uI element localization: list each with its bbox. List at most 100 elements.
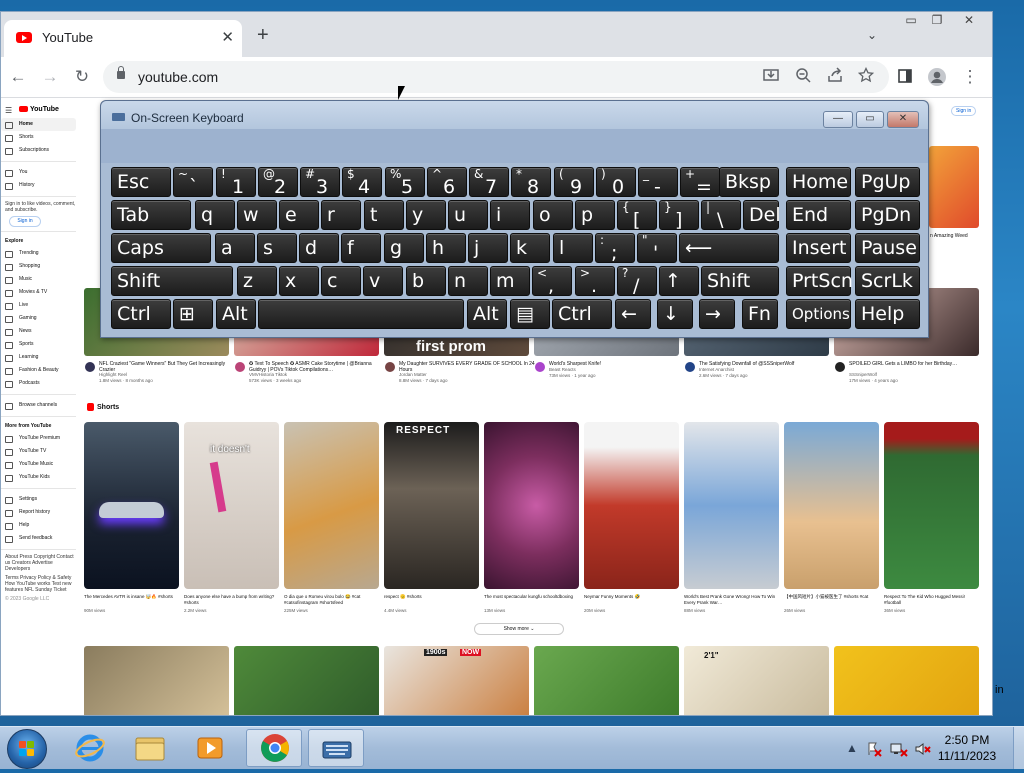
short-title[interactable]: respect 🫡 #shorts xyxy=(384,594,479,600)
osk-key-alt[interactable]: Alt xyxy=(467,299,507,329)
short-thumbnail[interactable] xyxy=(84,422,179,589)
osk-key-symbol[interactable]: ^ 6 xyxy=(427,167,467,198)
osk-close-button[interactable]: ✕ xyxy=(887,111,919,128)
show-more-button[interactable]: Show more ⌄ xyxy=(474,623,564,635)
short-thumbnail[interactable] xyxy=(784,422,879,589)
reload-icon[interactable]: ↻ xyxy=(70,65,94,89)
share-icon[interactable] xyxy=(827,67,843,86)
short-title[interactable]: World's Best Prank Gone Wrong! How To Wi… xyxy=(684,594,779,606)
video-thumbnail[interactable]: 2'1" xyxy=(684,646,829,715)
osk-key-char[interactable]: u xyxy=(448,200,488,230)
video-thumbnail[interactable] xyxy=(834,646,979,715)
osk-key-char[interactable]: ← xyxy=(615,299,651,329)
tray-expand-icon[interactable]: ▲ xyxy=(846,741,858,755)
osk-key-end[interactable]: End xyxy=(786,200,851,230)
sidebar-footer-links-2[interactable]: Terms Privacy Policy & Safety How YouTub… xyxy=(1,575,76,593)
osk-key-char[interactable]: ▤ xyxy=(510,299,550,329)
osk-key-options[interactable]: Options xyxy=(786,299,851,329)
osk-key-char[interactable]: ⟵ xyxy=(679,233,779,263)
side-panel-icon[interactable] xyxy=(893,67,917,91)
taskbar-explorer[interactable] xyxy=(122,729,178,767)
osk-key-char[interactable]: ↓ xyxy=(657,299,693,329)
short-thumbnail[interactable] xyxy=(584,422,679,589)
sidebar-item-youtube-tv[interactable]: YouTube TV xyxy=(1,445,76,458)
osk-minimize-button[interactable]: — xyxy=(823,111,853,128)
taskbar-osk[interactable] xyxy=(308,729,364,767)
show-desktop-button[interactable] xyxy=(1013,727,1024,769)
osk-key-shift[interactable]: Shift xyxy=(111,266,233,296)
restore-button[interactable]: ❐ xyxy=(924,12,950,28)
osk-key-symbol[interactable]: :; xyxy=(595,233,635,264)
osk-key-pgdn[interactable]: PgDn xyxy=(855,200,920,230)
osk-key-char[interactable]: h xyxy=(426,233,466,263)
osk-key-shift[interactable]: Shift xyxy=(701,266,779,296)
action-center-icon[interactable] xyxy=(866,741,882,760)
hamburger-menu-icon[interactable]: ☰ xyxy=(5,106,12,115)
short-thumbnail[interactable] xyxy=(884,422,979,589)
bookmark-star-icon[interactable] xyxy=(857,66,875,86)
sidebar-item-browse-channels[interactable]: Browse channels xyxy=(1,399,76,412)
osk-key-symbol[interactable]: <, xyxy=(532,266,572,297)
osk-key-ctrl[interactable]: Ctrl xyxy=(552,299,612,329)
sign-in-button[interactable]: Sign in xyxy=(951,106,977,116)
osk-key-char[interactable]: r xyxy=(321,200,361,230)
channel-avatar[interactable] xyxy=(835,362,845,372)
forward-icon[interactable]: → xyxy=(38,65,62,89)
osk-key-symbol[interactable]: & 7 xyxy=(469,167,509,198)
osk-key-char[interactable]: q xyxy=(195,200,235,230)
sidebar-item-history[interactable]: History xyxy=(1,179,76,192)
osk-key-fn[interactable]: Fn xyxy=(742,299,778,329)
minimize-button[interactable]: ▭ xyxy=(898,12,924,28)
osk-key-print-screen[interactable]: PrtScn xyxy=(786,266,853,296)
short-thumbnail[interactable]: it doesn't xyxy=(184,422,279,589)
volume-icon[interactable] xyxy=(914,741,932,760)
sidebar-item-podcasts[interactable]: Podcasts xyxy=(1,377,76,390)
osk-maximize-button[interactable]: ▭ xyxy=(856,111,884,128)
short-thumbnail[interactable] xyxy=(284,422,379,589)
osk-key-insert[interactable]: Insert xyxy=(786,233,851,263)
sidebar-item-movies[interactable]: Movies & TV xyxy=(1,286,76,299)
osk-key-symbol[interactable]: % 5 xyxy=(385,167,425,198)
zoom-icon[interactable] xyxy=(795,67,811,86)
channel-avatar[interactable] xyxy=(385,362,395,372)
osk-key-symbol[interactable]: @2 xyxy=(258,167,298,198)
short-thumbnail[interactable] xyxy=(684,422,779,589)
osk-key-ctrl[interactable]: Ctrl xyxy=(111,299,171,329)
channel-avatar[interactable] xyxy=(235,362,245,372)
osk-key-symbol[interactable]: " ' xyxy=(637,233,677,264)
osk-key-char[interactable]: j xyxy=(468,233,508,263)
osk-key-char[interactable]: e xyxy=(279,200,319,230)
sidebar-item-feedback[interactable]: Send feedback xyxy=(1,532,76,545)
sidebar-item-fashion[interactable]: Fashion & Beauty xyxy=(1,364,76,377)
network-icon[interactable] xyxy=(890,741,908,760)
osk-key-char[interactable]: f xyxy=(341,233,381,263)
short-title[interactable]: Neymar Funny Moments 🤣 xyxy=(584,594,679,600)
taskbar-ie[interactable] xyxy=(62,729,118,767)
taskbar-chrome[interactable] xyxy=(246,729,302,767)
osk-key-alt[interactable]: Alt xyxy=(216,299,256,329)
osk-key-home[interactable]: Home xyxy=(786,167,851,197)
osk-key-char[interactable]: k xyxy=(510,233,550,263)
sidebar-item-learning[interactable]: Learning xyxy=(1,351,76,364)
video-thumbnail[interactable] xyxy=(534,646,679,715)
video-thumbnail[interactable] xyxy=(929,146,979,228)
osk-key-char[interactable]: → xyxy=(699,299,735,329)
osk-key-caps-lock[interactable]: Caps xyxy=(111,233,211,263)
short-title[interactable]: O dia que o Romeu virou bolo 😂 #cat #cat… xyxy=(284,594,379,606)
osk-titlebar[interactable]: On-Screen Keyboard — ▭ ✕ xyxy=(101,101,928,129)
sidebar-item-sports[interactable]: Sports xyxy=(1,338,76,351)
sidebar-item-shorts[interactable]: Shorts xyxy=(1,131,76,144)
osk-key-symbol[interactable]: ? / xyxy=(617,266,657,297)
osk-key-char[interactable]: m xyxy=(490,266,530,296)
osk-key-pause[interactable]: Pause xyxy=(855,233,920,263)
osk-key-scroll-lock[interactable]: ScrLk xyxy=(855,266,920,296)
install-app-icon[interactable] xyxy=(763,67,779,86)
video-thumbnail[interactable]: 1900s NOW xyxy=(384,646,529,715)
sidebar-item-help[interactable]: Help xyxy=(1,519,76,532)
youtube-logo[interactable]: YouTube xyxy=(19,106,59,113)
short-thumbnail[interactable]: RESPECT xyxy=(384,422,479,589)
sidebar-item-shopping[interactable]: Shopping xyxy=(1,260,76,273)
osk-key-symbol[interactable]: >. xyxy=(575,266,615,297)
close-window-button[interactable]: ✕ xyxy=(956,12,982,28)
tab-search-icon[interactable]: ⌄ xyxy=(867,28,877,42)
